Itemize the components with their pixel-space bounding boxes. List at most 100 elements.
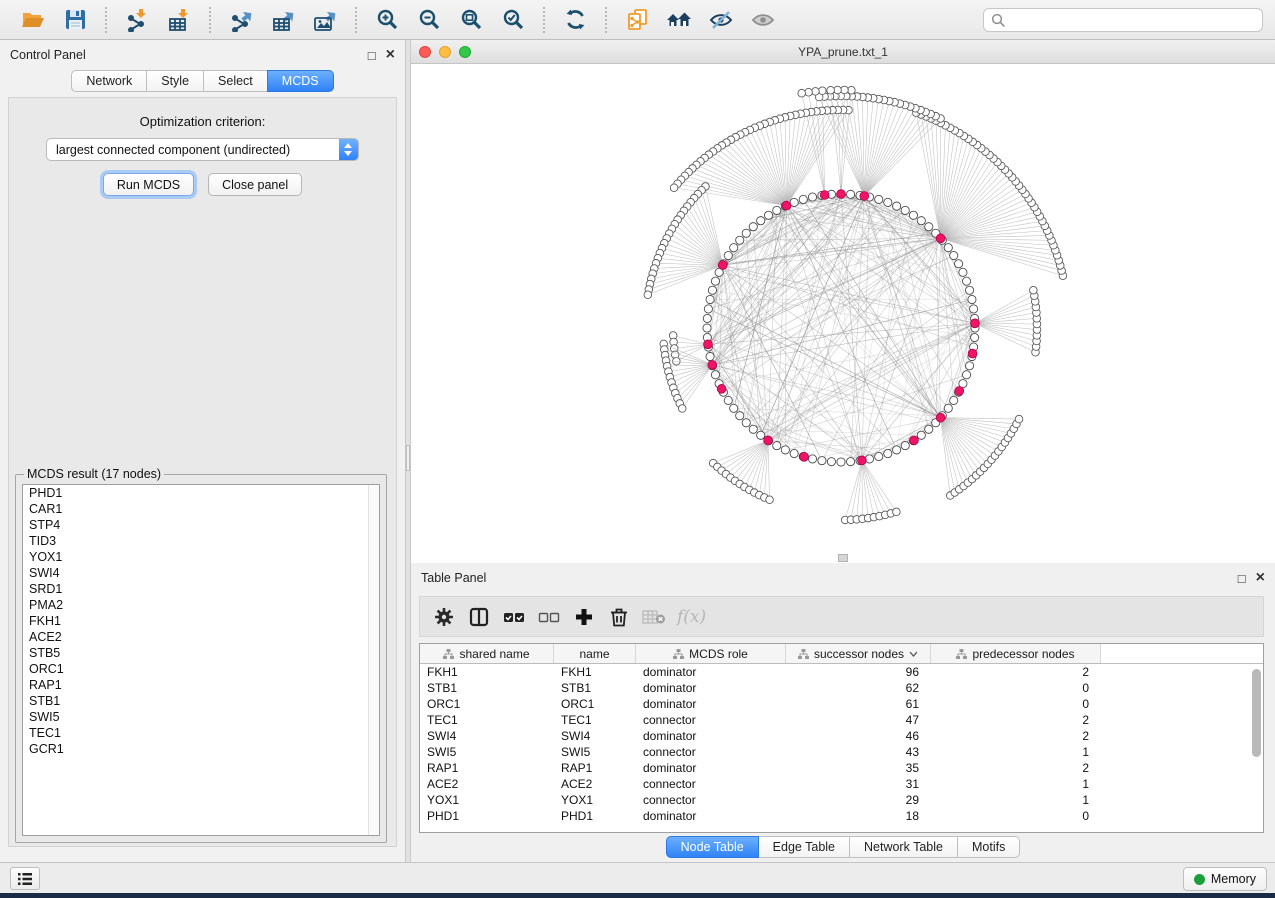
toolbar-separator <box>605 7 607 33</box>
list-item[interactable]: FKH1 <box>23 613 379 629</box>
refresh-icon[interactable] <box>560 6 590 34</box>
memory-button[interactable]: Memory <box>1183 867 1267 891</box>
float-panel-icon[interactable]: □ <box>1238 572 1246 585</box>
zoom-fit-icon[interactable] <box>456 6 486 34</box>
show-all-icon[interactable] <box>748 6 778 34</box>
node-table: shared name name MCDS role successor nod… <box>419 643 1264 833</box>
cell: connector <box>636 744 786 760</box>
tab-network-table[interactable]: Network Table <box>849 836 958 858</box>
list-item[interactable]: STB5 <box>23 645 379 661</box>
cell: connector <box>636 712 786 728</box>
list-item[interactable]: PHD1 <box>23 485 379 501</box>
zoom-out-icon[interactable] <box>414 6 444 34</box>
criterion-label: Optimization criterion: <box>9 114 396 129</box>
list-item[interactable]: SWI5 <box>23 709 379 725</box>
delete-table-icon[interactable] <box>640 603 668 631</box>
table-row[interactable]: YOX1YOX1connector291 <box>420 792 1263 808</box>
select-all-icon[interactable] <box>500 603 528 631</box>
list-item[interactable]: GCR1 <box>23 741 379 757</box>
tab-network[interactable]: Network <box>71 70 147 92</box>
export-image-icon[interactable] <box>310 6 340 34</box>
table-row[interactable]: PHD1PHD1dominator180 <box>420 808 1263 824</box>
list-item[interactable]: TEC1 <box>23 725 379 741</box>
zoom-in-icon[interactable] <box>372 6 402 34</box>
list-item[interactable]: STB1 <box>23 693 379 709</box>
function-builder-icon[interactable]: f(x) <box>677 607 706 627</box>
close-panel-icon[interactable]: × <box>386 47 395 63</box>
first-neighbors-icon[interactable] <box>664 6 694 34</box>
table-row[interactable]: ORC1ORC1dominator610 <box>420 696 1263 712</box>
mcds-panel: Optimization criterion: largest connecte… <box>8 97 397 847</box>
hide-selected-icon[interactable] <box>706 6 736 34</box>
list-item[interactable]: PMA2 <box>23 597 379 613</box>
table-row[interactable]: TEC1TEC1connector472 <box>420 712 1263 728</box>
list-item[interactable]: SRD1 <box>23 581 379 597</box>
control-panel-tabs: Network Style Select MCDS <box>0 70 405 92</box>
clone-network-icon[interactable] <box>622 6 652 34</box>
table-row[interactable]: FKH1FKH1dominator962 <box>420 664 1263 680</box>
column-header-successor-nodes[interactable]: successor nodes <box>786 644 931 663</box>
export-table-icon[interactable] <box>268 6 298 34</box>
column-header-mcds-role[interactable]: MCDS role <box>636 644 786 663</box>
open-icon[interactable] <box>18 6 48 34</box>
show-panels-button[interactable] <box>10 867 40 890</box>
list-item[interactable]: ACE2 <box>23 629 379 645</box>
dropdown-stepper-icon <box>339 139 358 160</box>
tab-edge-table[interactable]: Edge Table <box>758 836 850 858</box>
shared-column-icon <box>798 649 809 659</box>
network-canvas[interactable] <box>411 64 1275 563</box>
tab-mcds[interactable]: MCDS <box>267 70 334 92</box>
table-row[interactable]: STB1STB1dominator620 <box>420 680 1263 696</box>
zoom-selected-icon[interactable] <box>498 6 528 34</box>
control-panel: Control Panel □ × Network Style Select M… <box>0 40 405 862</box>
main-toolbar <box>0 0 1275 40</box>
save-icon[interactable] <box>60 6 90 34</box>
import-network-icon[interactable] <box>122 6 152 34</box>
criterion-dropdown[interactable]: largest connected component (undirected) <box>46 138 359 161</box>
close-panel-icon[interactable]: × <box>1256 570 1265 586</box>
table-row[interactable]: SWI5SWI5connector431 <box>420 744 1263 760</box>
tab-motifs[interactable]: Motifs <box>957 836 1020 858</box>
cell: FKH1 <box>420 664 554 680</box>
tab-select[interactable]: Select <box>203 70 268 92</box>
table-options-gear-icon[interactable] <box>430 603 458 631</box>
list-item[interactable]: SWI4 <box>23 565 379 581</box>
run-mcds-button[interactable]: Run MCDS <box>103 173 194 196</box>
list-item[interactable]: CAR1 <box>23 501 379 517</box>
network-window-titlebar[interactable]: YPA_prune.txt_1 <box>411 40 1275 64</box>
cell: 31 <box>786 776 931 792</box>
cell: ACE2 <box>554 776 636 792</box>
float-panel-icon[interactable]: □ <box>368 49 376 62</box>
column-header-predecessor-nodes[interactable]: predecessor nodes <box>931 644 1101 663</box>
list-item[interactable]: TID3 <box>23 533 379 549</box>
scrollbar-thumb[interactable] <box>1252 669 1261 757</box>
list-item[interactable]: STP4 <box>23 517 379 533</box>
shared-column-icon <box>443 649 454 659</box>
column-header-name[interactable]: name <box>554 644 636 663</box>
cell: 46 <box>786 728 931 744</box>
column-header-shared-name[interactable]: shared name <box>420 644 554 663</box>
list-item[interactable]: RAP1 <box>23 677 379 693</box>
table-scrollbar[interactable] <box>1252 667 1261 829</box>
show-columns-icon[interactable] <box>465 603 493 631</box>
close-panel-button[interactable]: Close panel <box>208 173 302 196</box>
add-column-icon[interactable] <box>570 603 598 631</box>
cell: 2 <box>931 664 1101 680</box>
toolbar-separator <box>355 7 357 33</box>
table-row[interactable]: RAP1RAP1dominator352 <box>420 760 1263 776</box>
splitter-collapse-handle[interactable] <box>838 554 848 562</box>
table-row[interactable]: ACE2ACE2connector311 <box>420 776 1263 792</box>
list-item[interactable]: ORC1 <box>23 661 379 677</box>
cell: 62 <box>786 680 931 696</box>
delete-column-icon[interactable] <box>605 603 633 631</box>
export-network-icon[interactable] <box>226 6 256 34</box>
list-scrollbar[interactable] <box>368 485 379 835</box>
import-table-icon[interactable] <box>164 6 194 34</box>
tab-style[interactable]: Style <box>146 70 204 92</box>
list-item[interactable]: YOX1 <box>23 549 379 565</box>
deselect-all-icon[interactable] <box>535 603 563 631</box>
search-input[interactable] <box>1010 10 1262 30</box>
table-row[interactable]: SWI4SWI4dominator462 <box>420 728 1263 744</box>
splitter-handle[interactable] <box>406 445 410 471</box>
tab-node-table[interactable]: Node Table <box>666 836 759 858</box>
